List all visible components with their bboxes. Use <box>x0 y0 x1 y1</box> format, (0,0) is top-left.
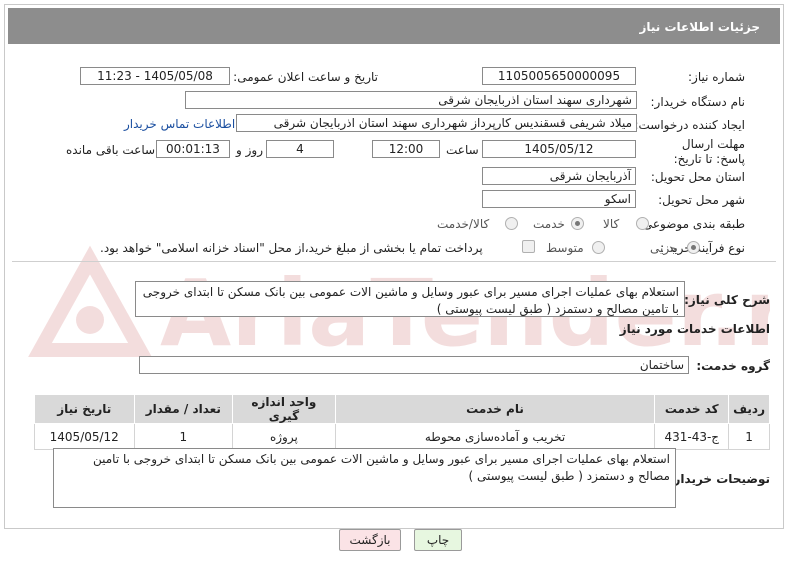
buyer-notes-textarea[interactable]: استعلام بهای عملیات اجرای مسیر برای عبور… <box>53 448 676 508</box>
summary-textarea[interactable]: استعلام بهای عملیات اجرای مسیر برای عبور… <box>135 281 685 317</box>
need-number-field[interactable]: 1105005650000095 <box>482 67 636 85</box>
remaining-time-field[interactable]: 00:01:13 <box>156 140 230 158</box>
col-need-date: تاریخ نیاز <box>34 394 135 424</box>
cell-unit: پروژه <box>232 423 336 450</box>
category-radio-service[interactable] <box>571 217 584 230</box>
col-service-name: نام خدمت <box>334 394 656 424</box>
days-label: روز و <box>236 143 263 157</box>
city-field[interactable]: اسکو <box>482 190 636 208</box>
need-number-label: شماره نیاز: <box>688 70 745 84</box>
category-option-goods: کالا <box>603 217 620 231</box>
category-radio-goods-service[interactable] <box>505 217 518 230</box>
process-option-minor: جزیی <box>650 241 678 255</box>
services-section-title: اطلاعات خدمات مورد نیاز <box>619 322 770 336</box>
treasury-payment-checkbox[interactable] <box>522 240 535 253</box>
summary-label: شرح کلی نیاز: <box>684 293 770 307</box>
province-label: استان محل تحویل: <box>650 170 745 184</box>
page-title: جزئیات اطلاعات نیاز <box>639 20 760 34</box>
deadline-label: مهلت ارسال پاسخ: تا تاریخ: <box>673 137 745 166</box>
creator-label: ایجاد کننده درخواست: <box>634 118 745 132</box>
category-option-service: خدمت <box>533 217 565 231</box>
col-quantity: تعداد / مقدار <box>133 394 234 424</box>
service-group-label: گروه خدمت: <box>696 359 770 373</box>
print-button[interactable]: چاپ <box>414 529 462 551</box>
cell-need-date: 1405/05/12 <box>34 423 135 450</box>
category-option-goods-service: کالا/خدمت <box>437 217 490 231</box>
col-row-number: ردیف <box>728 394 770 424</box>
back-button[interactable]: بازگشت <box>339 529 401 551</box>
announce-datetime-label: تاریخ و ساعت اعلان عمومی: <box>233 70 378 84</box>
services-table-header: ردیف کد خدمت نام خدمت واحد اندازه گیری ت… <box>34 394 770 424</box>
process-radio-minor[interactable] <box>687 241 700 254</box>
announce-datetime-field[interactable]: 1405/05/08 - 11:23 <box>80 67 230 85</box>
treasury-payment-note: پرداخت تمام یا بخشی از مبلغ خرید،از محل … <box>100 241 483 255</box>
deadline-date-field[interactable]: 1405/05/12 <box>482 140 636 158</box>
section-divider <box>12 261 776 262</box>
province-field[interactable]: آذربایجان شرقی <box>482 167 636 185</box>
cell-service-code: ج-43-431 <box>654 423 730 450</box>
cell-quantity: 1 <box>133 423 234 450</box>
col-unit: واحد اندازه گیری <box>232 394 336 424</box>
cell-row-number: 1 <box>728 423 770 450</box>
category-label: طبقه بندی موضوعی: <box>638 217 745 231</box>
service-group-field[interactable]: ساختمان <box>139 356 689 374</box>
deadline-time-label: ساعت <box>446 143 479 157</box>
buyer-contact-link[interactable]: اطلاعات تماس خریدار <box>124 117 235 131</box>
cell-service-name: تخریب و آماده‌سازی محوطه <box>334 423 656 450</box>
process-radio-medium[interactable] <box>592 241 605 254</box>
buyer-org-field[interactable]: شهرداری سهند استان اذربایجان شرقی <box>185 91 637 109</box>
category-radio-goods[interactable] <box>636 217 649 230</box>
col-service-code: کد خدمت <box>654 394 730 424</box>
process-option-medium: متوسط <box>546 241 584 255</box>
page-header: جزئیات اطلاعات نیاز <box>8 8 780 44</box>
deadline-time-field[interactable]: 12:00 <box>372 140 440 158</box>
creator-field[interactable]: میلاد شریفی قسقندیس کارپرداز شهرداری سهن… <box>236 114 637 132</box>
remaining-time-label: ساعت باقی مانده <box>66 143 156 157</box>
buyer-notes-label: توضیحات خریدار: <box>668 472 770 486</box>
days-remaining-field[interactable]: 4 <box>266 140 334 158</box>
city-label: شهر محل تحویل: <box>658 193 745 207</box>
table-row[interactable]: 1 ج-43-431 تخریب و آماده‌سازی محوطه پروژ… <box>34 423 770 450</box>
buyer-org-label: نام دستگاه خریدار: <box>650 95 746 109</box>
services-table: ردیف کد خدمت نام خدمت واحد اندازه گیری ت… <box>34 394 770 450</box>
